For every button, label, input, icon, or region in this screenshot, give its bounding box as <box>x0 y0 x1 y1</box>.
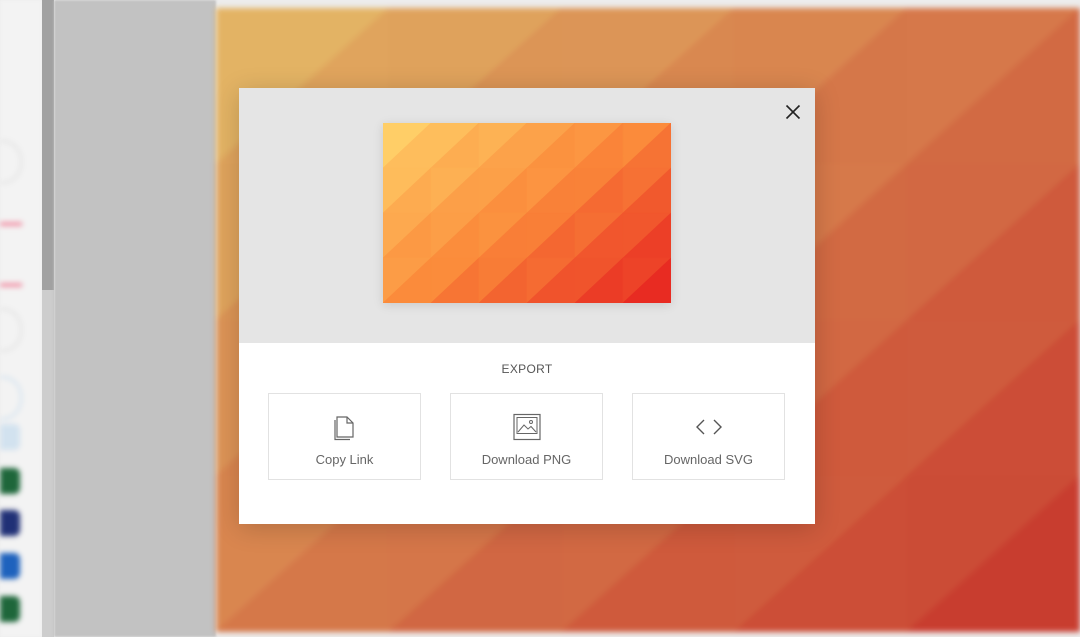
download-svg-label: Download SVG <box>664 452 753 467</box>
close-button[interactable] <box>781 100 805 124</box>
low-poly-preview <box>383 123 671 303</box>
copy-link-label: Copy Link <box>315 452 374 467</box>
download-png-label: Download PNG <box>481 452 572 467</box>
download-svg-button[interactable]: Download SVG <box>632 393 785 480</box>
close-icon <box>785 104 801 120</box>
download-png-button[interactable]: Download PNG <box>450 393 603 480</box>
copy-icon <box>330 412 360 442</box>
image-icon <box>512 412 542 442</box>
preview-image <box>383 123 671 303</box>
copy-link-button[interactable]: Copy Link <box>268 393 421 480</box>
code-icon <box>694 412 724 442</box>
export-modal: EXPORT Copy Link Download PNG Download S… <box>239 88 815 524</box>
export-actions: Copy Link Download PNG Download SVG <box>268 393 786 480</box>
preview-area <box>239 88 815 343</box>
export-title: EXPORT <box>501 362 553 376</box>
